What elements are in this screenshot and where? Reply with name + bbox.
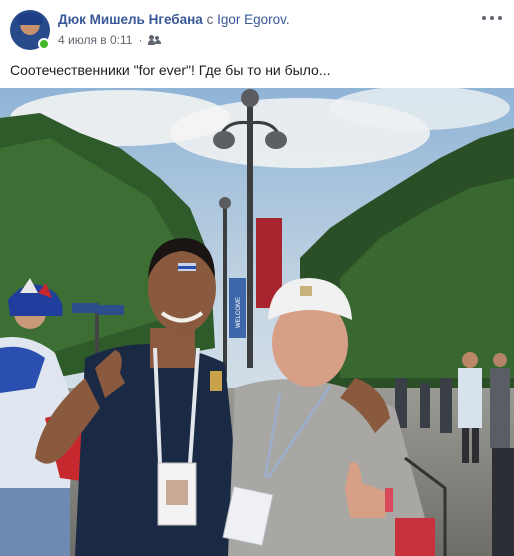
author-name-link[interactable]: Дюк Мишель Нгебана — [58, 12, 203, 27]
post-meta: 4 июля в 0:11 · — [58, 33, 162, 47]
post-text: Соотечественники "for ever"! Где бы то н… — [10, 62, 331, 78]
avatar-cap-shape — [17, 13, 43, 25]
with-label: с — [206, 12, 214, 27]
meta-separator: · — [138, 33, 143, 47]
banner-text: WELCOME — [236, 297, 242, 328]
online-status-icon — [38, 38, 50, 50]
facebook-post: Дюк Мишель Нгебана с Igor Egorov. 4 июля… — [0, 0, 514, 556]
post-photo[interactable]: WELCOME — [0, 88, 514, 556]
post-timestamp-link[interactable]: 4 июля в 0:11 — [58, 33, 132, 47]
tagged-user-link[interactable]: Igor Egorov. — [217, 12, 290, 27]
photo-illustration: WELCOME — [0, 88, 514, 556]
friends-icon[interactable] — [148, 35, 162, 45]
post-author-line: Дюк Мишель Нгебана с Igor Egorov. — [58, 12, 290, 27]
fifa-world-cup-emblem — [210, 371, 222, 391]
more-options-icon[interactable] — [482, 12, 502, 24]
post-header: Дюк Мишель Нгебана с Igor Egorov. 4 июля… — [0, 0, 514, 52]
